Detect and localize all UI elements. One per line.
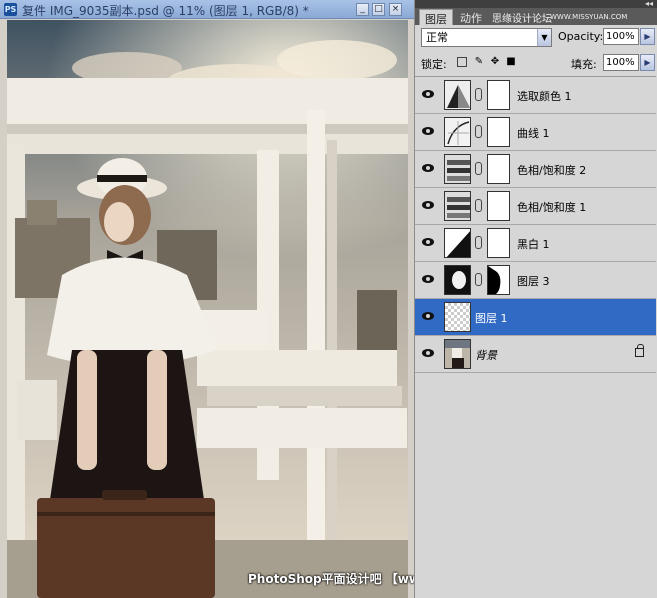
photo-artwork bbox=[7, 20, 408, 598]
eye-icon[interactable] bbox=[421, 237, 435, 247]
hue-saturation-icon bbox=[444, 191, 471, 221]
fill-input[interactable]: 100% bbox=[603, 54, 639, 71]
layer-name: 曲线 1 bbox=[517, 127, 550, 140]
link-chain-icon[interactable] bbox=[475, 88, 482, 101]
panel-header-strip: ◂◂ bbox=[415, 0, 657, 8]
eye-icon[interactable] bbox=[421, 311, 435, 321]
link-chain-icon[interactable] bbox=[475, 236, 482, 249]
layer-row[interactable]: 背景 bbox=[415, 336, 656, 373]
panel-tabs: 图层 动作 思缘设计论坛 WWW.MISSYUAN.COM bbox=[415, 8, 657, 26]
blend-mode-value: 正常 bbox=[426, 31, 448, 44]
curves-icon bbox=[444, 117, 471, 147]
layer-row[interactable]: 黑白 1 bbox=[415, 225, 656, 262]
opacity-label: Opacity: bbox=[558, 30, 604, 43]
blend-row: 正常 ▼ Opacity: 100% ▶ bbox=[421, 28, 655, 48]
background-photo-thumbnail bbox=[444, 339, 471, 369]
hue-saturation-icon bbox=[444, 154, 471, 184]
opacity-input[interactable]: 100% bbox=[603, 28, 639, 45]
layers-panel: ◂◂ 图层 动作 思缘设计论坛 WWW.MISSYUAN.COM 正常 ▼ Op… bbox=[414, 0, 657, 598]
lock-label: 锁定: bbox=[421, 58, 447, 71]
layer-mask-thumbnail[interactable] bbox=[487, 80, 510, 110]
link-chain-icon[interactable] bbox=[475, 199, 482, 212]
lock-brush-icon[interactable]: ✎ bbox=[473, 56, 485, 68]
collapse-panel-icon[interactable]: ◂◂ bbox=[645, 0, 653, 8]
document-title-bar[interactable]: PS 复件 IMG_9035副本.psd @ 11% (图层 1, RGB/8)… bbox=[0, 0, 414, 19]
lock-all-icon[interactable]: ■ bbox=[505, 56, 517, 68]
link-chain-icon[interactable] bbox=[475, 125, 482, 138]
minimize-button[interactable]: _ bbox=[356, 3, 369, 16]
black-white-icon bbox=[444, 228, 471, 258]
layer-row[interactable]: 曲线 1 bbox=[415, 114, 656, 151]
tab-watermark-url: WWW.MISSYUAN.COM bbox=[550, 13, 628, 21]
eye-icon[interactable] bbox=[421, 163, 435, 173]
tab-actions[interactable]: 动作 bbox=[455, 9, 487, 25]
layer-name: 背景 bbox=[475, 349, 497, 362]
lock-move-icon[interactable]: ✥ bbox=[489, 56, 501, 68]
layer-name: 色相/饱和度 1 bbox=[517, 201, 587, 214]
close-button[interactable]: × bbox=[389, 3, 402, 16]
link-chain-icon[interactable] bbox=[475, 162, 482, 175]
layer-mask-thumbnail[interactable] bbox=[487, 117, 510, 147]
selective-color-icon bbox=[444, 80, 471, 110]
layer-row[interactable]: 选取颜色 1 bbox=[415, 77, 656, 114]
layer-row-selected[interactable]: 图层 1 bbox=[415, 299, 656, 336]
layer-name: 色相/饱和度 2 bbox=[517, 164, 587, 177]
layer-row[interactable]: 图层 3 bbox=[415, 262, 656, 299]
link-chain-icon[interactable] bbox=[475, 273, 482, 286]
lock-row: 锁定: ✎ ✥ ■ 填充: 100% ▶ bbox=[421, 54, 655, 72]
layers-list: 选取颜色 1 曲线 1 色相/饱和度 2 色相/饱和度 1 黑白 1 图层 3 … bbox=[415, 76, 656, 373]
layer-name: 图层 1 bbox=[475, 312, 508, 325]
layer-name: 选取颜色 1 bbox=[517, 90, 572, 103]
photo-thumbnail bbox=[444, 265, 471, 295]
eye-icon[interactable] bbox=[421, 89, 435, 99]
layer-name: 图层 3 bbox=[517, 275, 550, 288]
layer-mask-thumbnail[interactable] bbox=[487, 228, 510, 258]
layer-mask-thumbnail[interactable] bbox=[487, 154, 510, 184]
document-window: PS 复件 IMG_9035副本.psd @ 11% (图层 1, RGB/8)… bbox=[0, 0, 414, 598]
tab-layers[interactable]: 图层 bbox=[419, 9, 453, 26]
chevron-down-icon[interactable]: ▼ bbox=[537, 29, 551, 46]
transparency-thumbnail bbox=[444, 302, 471, 332]
blend-mode-select[interactable]: 正常 ▼ bbox=[421, 28, 552, 47]
eye-icon[interactable] bbox=[421, 126, 435, 136]
image-canvas[interactable] bbox=[7, 20, 408, 598]
eye-icon[interactable] bbox=[421, 348, 435, 358]
maximize-button[interactable]: □ bbox=[372, 3, 385, 16]
lock-icon bbox=[635, 344, 644, 357]
document-title: 复件 IMG_9035副本.psd @ 11% (图层 1, RGB/8) * bbox=[22, 4, 309, 18]
eye-icon[interactable] bbox=[421, 274, 435, 284]
layer-row[interactable]: 色相/饱和度 2 bbox=[415, 151, 656, 188]
fill-label: 填充: bbox=[571, 58, 597, 71]
layer-mask-thumbnail[interactable] bbox=[487, 191, 510, 221]
eye-icon[interactable] bbox=[421, 200, 435, 210]
opacity-slider-arrow-icon[interactable]: ▶ bbox=[640, 28, 655, 45]
photoshop-app-icon: PS bbox=[4, 3, 17, 16]
layer-row[interactable]: 色相/饱和度 1 bbox=[415, 188, 656, 225]
layer-name: 黑白 1 bbox=[517, 238, 550, 251]
layer-mask-thumbnail[interactable] bbox=[487, 265, 510, 295]
fill-slider-arrow-icon[interactable]: ▶ bbox=[640, 54, 655, 71]
lock-transparency-icon[interactable] bbox=[457, 57, 467, 67]
